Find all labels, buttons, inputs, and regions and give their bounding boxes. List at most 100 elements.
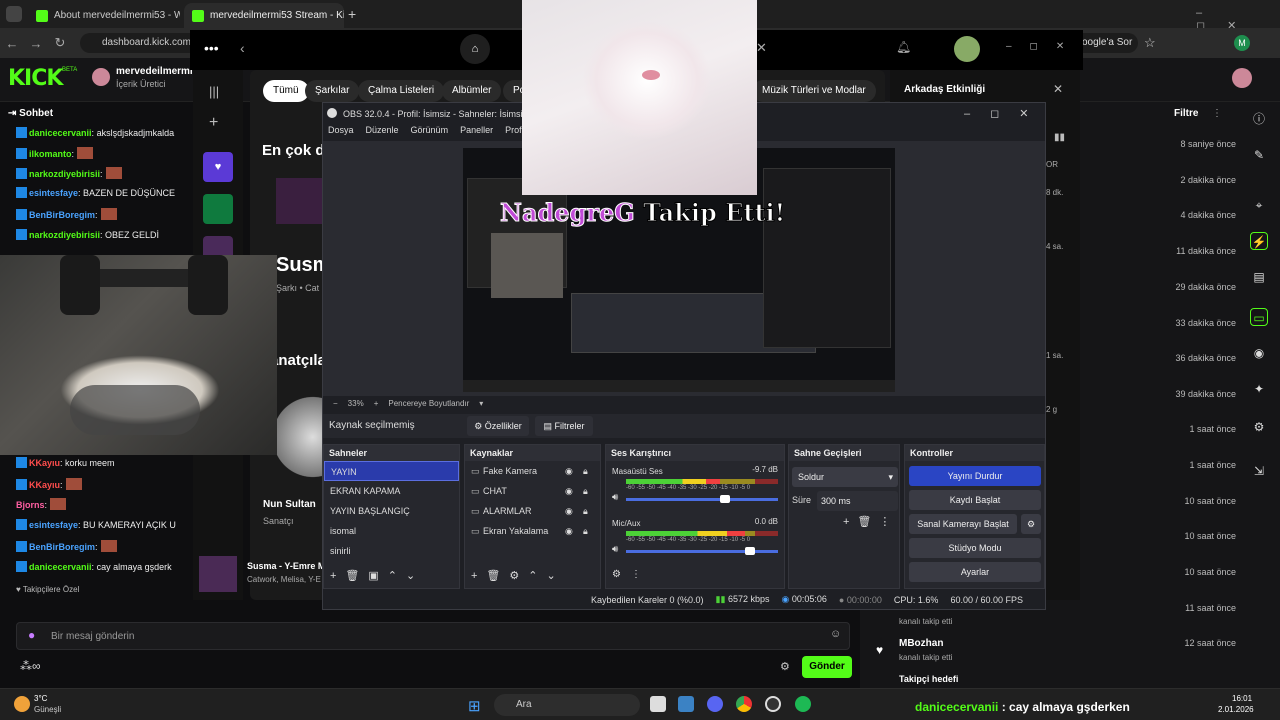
scene-item[interactable]: YAYIN BAŞLANGIÇ [324, 501, 459, 521]
back-icon[interactable]: ‹ [240, 40, 245, 56]
reload-icon[interactable]: ↻ [48, 35, 72, 51]
wrench-icon[interactable]: ⚙ [1250, 418, 1268, 436]
bell-icon[interactable]: 🔔︎ [896, 40, 911, 54]
bookmark-star-icon[interactable]: ☆ [1144, 35, 1156, 51]
source-item[interactable]: ▭ CHAT ◉ 🔒︎ [465, 481, 600, 501]
lock-icon[interactable]: 🔒︎ [583, 461, 588, 481]
properties-button[interactable]: ⚙ Özellikler [467, 416, 529, 436]
header-avatar[interactable] [1232, 68, 1252, 88]
stop-stream-button[interactable]: Yayını Durdur [909, 466, 1041, 486]
filter-pill[interactable]: Şarkılar [305, 80, 360, 102]
filter-pill[interactable]: Çalma Listeleri [358, 80, 445, 102]
info-icon[interactable]: ⓘ [1250, 110, 1268, 128]
chat-username[interactable]: narkozdiyebirisii [29, 230, 100, 240]
chat-username[interactable]: KKayıu [29, 480, 60, 490]
flash-icon[interactable]: ⚡ [1250, 232, 1268, 250]
visibility-eye-icon[interactable]: ◉ [565, 461, 573, 481]
discord-icon[interactable] [707, 696, 723, 712]
chat-settings-icon[interactable]: ⚙ [780, 660, 790, 673]
chat-username[interactable]: Bjorns [16, 500, 45, 510]
obs-menu-item[interactable]: Düzenle [366, 125, 399, 141]
window-controls-icon[interactable]: –◻✕ [1006, 41, 1082, 52]
scene-item[interactable]: isomal [324, 521, 459, 541]
source-item[interactable]: ▭ Fake Kamera ◉ 🔒︎ [465, 461, 600, 481]
focus-icon[interactable]: ⌖ [1250, 196, 1268, 214]
chat-username[interactable]: danicecervanii [29, 562, 92, 572]
filters-button[interactable]: ▤ Filtreler [535, 416, 593, 436]
visibility-eye-icon[interactable]: ◉ [565, 521, 573, 541]
clear-search-icon[interactable]: ✕ [756, 40, 767, 56]
url-field[interactable]: dashboard.kick.com/ [80, 33, 200, 53]
filter-label[interactable]: Filtre [1174, 108, 1198, 119]
back-icon[interactable]: ← [0, 36, 24, 51]
liked-songs-icon[interactable]: ♥ [203, 152, 233, 182]
zoom-in-icon[interactable]: + [374, 399, 379, 408]
fit-to-window[interactable]: Pencereye Boyutlandır [388, 399, 469, 408]
studio-mode-button[interactable]: Stüdyo Modu [909, 538, 1041, 558]
taskbar-search[interactable]: Ara [494, 694, 640, 716]
mixer-actions-icon[interactable]: ⚙⋮ [612, 569, 651, 580]
volume-slider[interactable] [626, 547, 778, 555]
spotify-icon[interactable] [795, 696, 811, 712]
emoji-icon[interactable]: ☺ [830, 628, 841, 640]
virtual-camera-settings-icon[interactable]: ⚙ [1021, 514, 1041, 534]
chat-username[interactable]: ilkomanto [29, 149, 72, 159]
scene-item[interactable]: sinirli [324, 541, 459, 561]
lock-icon[interactable]: 🔒︎ [583, 521, 588, 541]
edit-icon[interactable]: ✎ [1250, 146, 1268, 164]
send-button[interactable]: Gönder [802, 656, 852, 678]
profile-avatar[interactable]: M [1234, 35, 1250, 51]
source-actions-icon[interactable]: +🗑︎⚙⌃⌄ [471, 569, 565, 582]
chat-username[interactable]: esintesfaye [29, 188, 78, 198]
volume-slider[interactable] [626, 495, 778, 503]
scene-item[interactable]: YAYIN [324, 461, 459, 481]
chat-username[interactable]: narkozdiyebirisii [29, 169, 100, 179]
scene-item[interactable]: EKRAN KAPAMA [324, 481, 459, 501]
chat-tools-icon[interactable]: ⁂∞ [20, 659, 41, 673]
saved-episodes-icon[interactable] [203, 194, 233, 224]
chat-input[interactable]: Bir mesaj gönderin [16, 622, 850, 650]
forward-icon[interactable]: → [24, 36, 48, 51]
start-recording-button[interactable]: Kaydı Başlat [909, 490, 1041, 510]
filter-pill[interactable]: Müzik Türleri ve Modlar [752, 80, 876, 102]
obs-taskbar-icon[interactable] [765, 696, 781, 712]
dropdown-icon[interactable]: ▾ [479, 399, 483, 408]
library-icon[interactable]: ||| [209, 84, 219, 99]
tab-about[interactable]: About mervedeilmermi53 - Wa [28, 3, 180, 28]
home-icon[interactable]: ⌂ [460, 34, 490, 64]
close-icon[interactable]: ✕ [1053, 82, 1063, 96]
filter-pill[interactable]: Albümler [442, 80, 502, 102]
lock-icon[interactable]: 🔒︎ [583, 501, 588, 521]
chrome-icon[interactable] [736, 696, 752, 712]
start-virtual-camera-button[interactable]: Sanal Kamerayı Başlat [909, 514, 1017, 534]
top-result-cover[interactable] [276, 178, 322, 224]
obs-menu-item[interactable]: Dosya [328, 125, 354, 141]
filter-pill[interactable]: Tümü [263, 80, 309, 102]
now-playing-cover[interactable] [199, 556, 237, 592]
chat-username[interactable]: BenBirBoregim [29, 542, 95, 552]
scene-actions-icon[interactable]: +🗑︎▣⌃⌄ [330, 569, 424, 582]
visibility-eye-icon[interactable]: ◉ [565, 501, 573, 521]
speaker-icon[interactable]: 🔊︎ [612, 544, 618, 555]
settings-icon[interactable]: ✦ [1250, 380, 1268, 398]
transition-actions-icon[interactable]: +🗑︎⋮ [843, 515, 898, 528]
mic-icon[interactable]: ● [28, 628, 35, 642]
source-item[interactable]: ▭ ALARMLAR ◉ 🔒︎ [465, 501, 600, 521]
artist-photo[interactable] [276, 382, 322, 492]
chat-collapse-icon[interactable]: ⇥ [8, 108, 19, 119]
tab-search-icon[interactable] [6, 6, 22, 22]
start-icon[interactable]: ⊞ [468, 697, 486, 715]
chat-username[interactable]: esintesfaye [29, 520, 78, 530]
speaker-icon[interactable]: 🔊︎ [612, 492, 618, 503]
avatar[interactable] [92, 68, 110, 86]
more-icon[interactable]: ⋮ [1212, 108, 1222, 119]
obs-menu-item[interactable]: Paneller [460, 125, 493, 141]
menu-dots-icon[interactable]: ••• [204, 40, 219, 56]
task-view-icon[interactable] [650, 696, 666, 712]
add-icon[interactable]: + [209, 114, 218, 132]
chat-username[interactable]: danicecervanii [29, 128, 92, 138]
app-icon[interactable] [678, 696, 694, 712]
volume-knob[interactable] [720, 495, 731, 503]
exit-icon[interactable]: ⇲ [1250, 462, 1268, 480]
spotify-avatar[interactable] [954, 36, 980, 62]
